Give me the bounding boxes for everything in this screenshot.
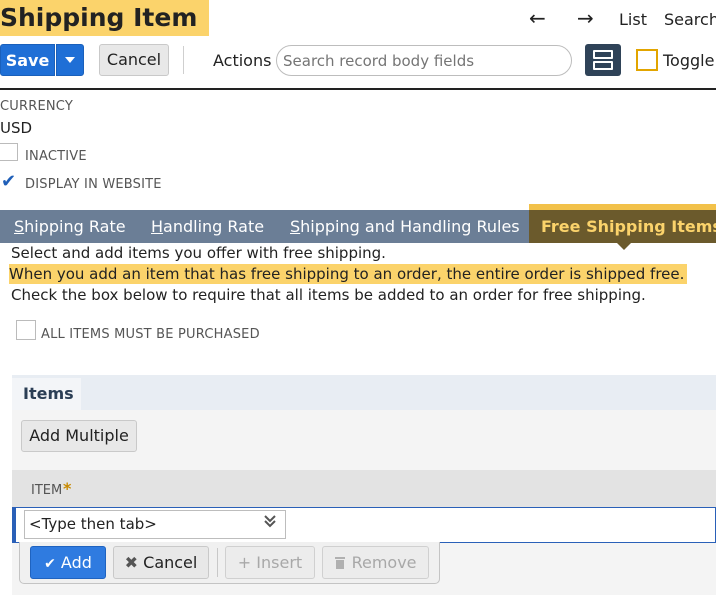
items-tab-bar <box>12 375 716 410</box>
cancel-row-button[interactable]: ✖ Cancel <box>113 546 209 579</box>
items-column-header <box>12 470 716 507</box>
item-column-label: ITEM <box>31 483 63 498</box>
all-items-label: ALL ITEMS MUST BE PURCHASED <box>41 327 260 342</box>
toggle-label: Toggle <box>663 51 715 70</box>
double-chevron-down-icon[interactable] <box>263 513 277 530</box>
back-arrow-icon[interactable]: ← <box>529 6 546 30</box>
cancel-button[interactable]: Cancel <box>99 44 169 76</box>
add-label: Add <box>60 553 92 572</box>
insert-label: Insert <box>256 553 303 572</box>
checkmark-icon: ✔ <box>44 556 56 572</box>
forward-arrow-icon[interactable]: → <box>577 6 594 30</box>
page-title: Shipping Item <box>0 0 209 36</box>
currency-value: USD <box>0 119 33 137</box>
active-tab-pointer <box>617 243 631 250</box>
instruction-line-3: Check the box below to require that all … <box>11 286 646 304</box>
add-row-button[interactable]: ✔ Add <box>30 546 106 579</box>
search-link[interactable]: Search <box>664 10 716 29</box>
checkmark-icon: ✔ <box>1 171 17 192</box>
tab-free-shipping-items[interactable]: Free Shipping Items <box>541 210 716 243</box>
layout-toggle-button[interactable] <box>585 44 621 76</box>
inactive-checkbox[interactable] <box>0 143 18 161</box>
save-button[interactable]: Save <box>0 44 55 76</box>
plus-icon: + <box>237 553 252 572</box>
chevron-down-icon <box>65 57 75 63</box>
tab-shipping-handling-rules[interactable]: Shipping and Handling Rules <box>290 210 520 243</box>
display-in-website-checkbox[interactable]: ✔ <box>1 173 16 191</box>
cancel-row-label: Cancel <box>143 553 198 572</box>
instruction-line-1: Select and add items you offer with free… <box>11 244 386 262</box>
toggle-checkbox[interactable] <box>636 49 658 71</box>
subtab-bar: Shipping Rate Handling Rate Shipping and… <box>0 204 716 250</box>
inactive-label: INACTIVE <box>25 149 87 164</box>
list-link[interactable]: List <box>619 10 647 29</box>
item-select-field[interactable]: <Type then tab> <box>24 510 286 539</box>
required-indicator: * <box>63 479 72 498</box>
add-multiple-button[interactable]: Add Multiple <box>21 420 137 452</box>
x-icon: ✖ <box>124 553 139 572</box>
tab-shipping-rate[interactable]: Shipping Rate <box>14 210 126 243</box>
header-divider <box>0 88 716 90</box>
tab-items[interactable]: Items <box>12 378 81 410</box>
tray-divider <box>217 548 218 577</box>
display-in-website-label: DISPLAY IN WEBSITE <box>25 177 162 192</box>
toolbar-divider <box>183 46 184 74</box>
currency-label: CURRENCY <box>0 99 73 114</box>
insert-row-button[interactable]: + Insert <box>225 546 315 579</box>
save-options-button[interactable] <box>56 44 84 76</box>
instruction-line-2: When you add an item that has free shipp… <box>9 264 688 284</box>
search-input[interactable] <box>276 45 572 76</box>
remove-label: Remove <box>351 553 417 572</box>
tab-handling-rate[interactable]: Handling Rate <box>151 210 264 243</box>
trash-icon <box>334 553 351 572</box>
actions-menu[interactable]: Actions <box>213 51 271 70</box>
remove-row-button[interactable]: Remove <box>322 546 429 579</box>
all-items-checkbox[interactable] <box>16 320 36 340</box>
